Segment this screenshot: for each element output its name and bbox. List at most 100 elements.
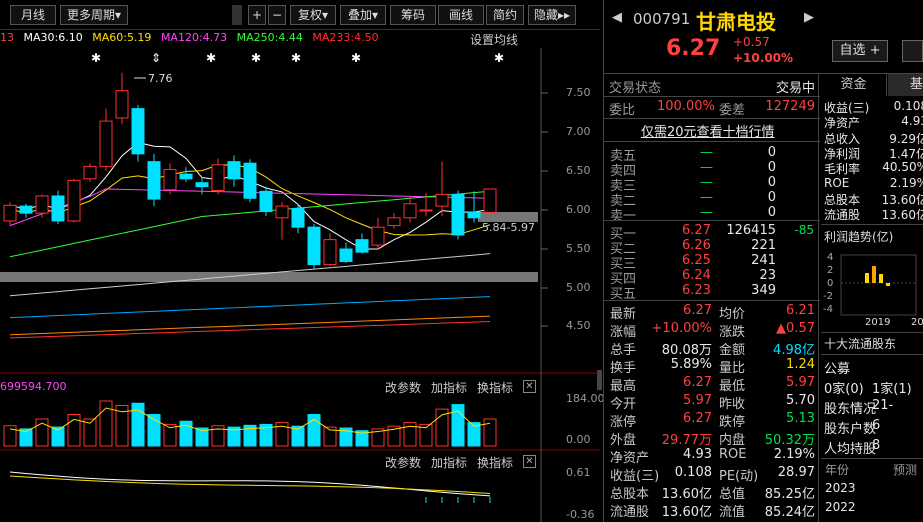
stat-label: 流值 [719, 505, 746, 520]
sell-level-volume: 0 [767, 160, 776, 175]
divider [604, 141, 820, 142]
ten-level-link[interactable]: 仅需20元查看十档行情 [641, 121, 775, 140]
trend-year: 20 [911, 317, 923, 328]
sell-level-price: — [700, 145, 713, 160]
buy-level-volume: 349 [751, 283, 776, 298]
price-gridlines [541, 92, 548, 327]
macd-dif-line [9, 471, 491, 497]
trend-frame [840, 254, 917, 316]
volume-close-icon[interactable]: ✕ [523, 380, 536, 393]
tab-capital[interactable]: 资金 [821, 74, 887, 96]
stat-value: 85.25亿 [764, 487, 815, 502]
stat-value: 80.08万 [661, 343, 712, 358]
stat-value: 5.97 [683, 393, 712, 408]
candle-body [339, 248, 353, 262]
event-marker-icon[interactable]: ⇕ [151, 51, 161, 65]
trend-bar [865, 273, 869, 283]
ma233-line [9, 321, 491, 339]
stat-label: 昨收 [719, 397, 746, 412]
tab-basic[interactable]: 基 [888, 74, 923, 96]
stock-price: 6.27 [666, 36, 721, 61]
stat-value: 13.60亿 [661, 505, 712, 520]
candle-body [323, 239, 337, 266]
stat-label: ROE [719, 447, 747, 462]
year-value: 2022 [825, 500, 856, 514]
kline-chart[interactable]: ✱ ⇕ ✱ ✱ ✱ ✱ ✱ 7.76 5.84-5.97 [0, 0, 600, 522]
price-tick: 4.50 [566, 319, 591, 332]
sell-level-price: — [700, 175, 713, 190]
stat-label: 涨幅 [610, 325, 637, 340]
stat-label: 涨停 [610, 415, 637, 430]
buy-level-price: 6.27 [682, 223, 711, 238]
year-header-row: 年份 预测 [821, 461, 923, 478]
candle-body [403, 203, 417, 219]
forecast-label: 预测 [893, 463, 918, 477]
divider [821, 458, 923, 459]
stat-value: 2.19% [773, 447, 815, 462]
trend-bar [872, 266, 876, 283]
next-stock-icon[interactable]: ▶ [804, 10, 814, 25]
stat-value: 4.98亿 [773, 343, 815, 358]
stat-value: 6.27 [683, 411, 712, 426]
volume-switch-indicator-button[interactable]: 换指标 [477, 379, 513, 396]
fin-label: ROE [824, 175, 850, 190]
candle-body [227, 161, 241, 180]
macd-add-indicator-button[interactable]: 加指标 [431, 454, 467, 471]
buy-level-price: 6.23 [682, 283, 711, 298]
candle-body [483, 188, 497, 213]
macd-header: 改参数 加指标 换指标 ✕ [0, 453, 540, 473]
event-marker-icon[interactable]: ✱ [206, 51, 216, 65]
trend-bar [879, 274, 883, 283]
sell-level-label: 卖一 [610, 209, 637, 224]
buy-level-price: 6.26 [682, 238, 711, 253]
trend-tick: 0 [827, 278, 833, 289]
event-marker-icon[interactable]: ✱ [251, 51, 261, 65]
weibi-row: 委比 100.00% 委差 127249 [609, 99, 815, 118]
price-tick: 7.00 [566, 125, 591, 138]
macd-change-param-button[interactable]: 改参数 [385, 454, 421, 471]
macd-dea-line [9, 475, 491, 494]
stat-value: 50.32万 [764, 433, 815, 448]
stat-value: 6.27 [683, 375, 712, 390]
event-marker-icon[interactable]: ✱ [494, 51, 504, 65]
panel-resize-handle[interactable] [597, 370, 602, 390]
stat-label: 总股本 [610, 487, 650, 502]
stat-value: 6.21 [786, 303, 815, 318]
range-label: 5.84-5.97 [482, 221, 535, 234]
add-watchlist-button[interactable]: 自选 + [832, 40, 888, 62]
holder-value: 1家(1) [872, 382, 912, 397]
prev-stock-icon[interactable]: ◀ [612, 10, 622, 25]
divider [604, 118, 820, 119]
fin-value: 40.50% [882, 160, 923, 175]
stat-label: 最新 [610, 307, 637, 322]
candle-body [387, 217, 401, 227]
event-marker-icon[interactable]: ✱ [91, 51, 101, 65]
divider [604, 220, 820, 221]
sell-level-price: — [700, 190, 713, 205]
fin-value: 13.60亿 [881, 208, 923, 223]
stat-label: 量比 [719, 361, 746, 376]
macd-switch-indicator-button[interactable]: 换指标 [477, 454, 513, 471]
candle-body [83, 165, 97, 180]
candle-body [131, 108, 145, 155]
buy-level-volume: 23 [759, 268, 776, 283]
buy-level-volume: 241 [751, 253, 776, 268]
extra-button[interactable] [902, 40, 923, 62]
holder-label: 公募 [824, 362, 851, 377]
macd-close-icon[interactable]: ✕ [523, 455, 536, 468]
holder-label: 0家(0) [824, 382, 864, 397]
event-marker-icon[interactable]: ✱ [291, 51, 301, 65]
stat-label: 总手 [610, 343, 637, 358]
buy-level-volume: 126415 [726, 223, 776, 238]
year-label: 年份 [825, 463, 850, 477]
macd-tick: -0.36 [566, 508, 595, 521]
volume-add-indicator-button[interactable]: 加指标 [431, 379, 467, 396]
volume-change-param-button[interactable]: 改参数 [385, 379, 421, 396]
high-price-label: 7.76 [148, 72, 173, 85]
event-marker-icon[interactable]: ✱ [351, 51, 361, 65]
buy-level-volume: 221 [751, 238, 776, 253]
volume-value: 699594.700 [0, 380, 67, 393]
trend-tick: -4 [823, 304, 833, 315]
year-row: 2023 [821, 481, 923, 495]
stat-label: 今开 [610, 397, 637, 412]
